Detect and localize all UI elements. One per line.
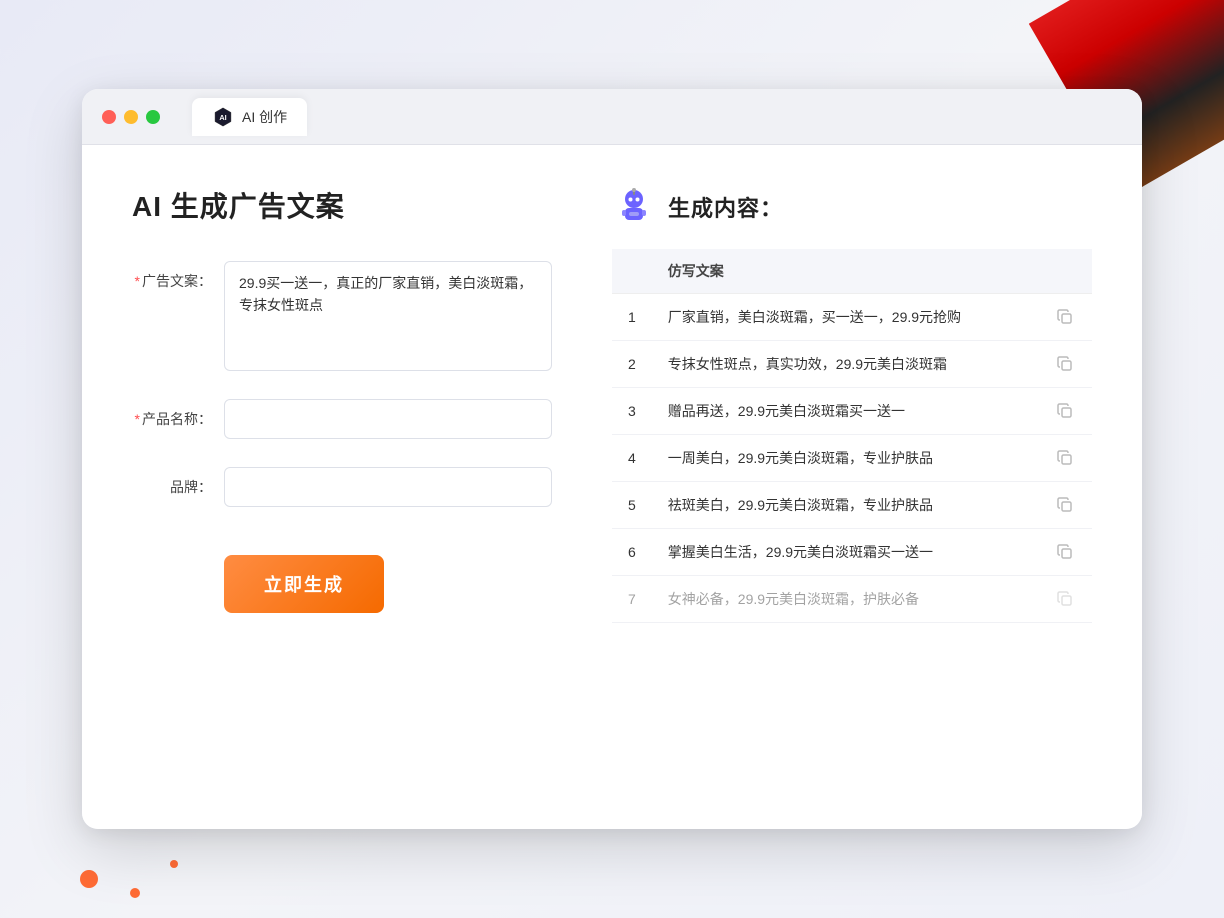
copy-cell	[1038, 388, 1092, 435]
required-star-2: *	[135, 411, 140, 427]
table-row: 7女神必备，29.9元美白淡斑霜，护肤必备	[612, 576, 1092, 623]
brand-label: 品牌：	[132, 467, 212, 497]
copy-icon[interactable]	[1054, 353, 1076, 375]
product-name-group: *产品名称： 美白淡斑霜	[132, 399, 552, 439]
copy-icon[interactable]	[1054, 306, 1076, 328]
row-number: 6	[612, 529, 652, 576]
row-text: 祛斑美白，29.9元美白淡斑霜，专业护肤品	[652, 482, 1038, 529]
ad-copy-group: *广告文案： 29.9买一送一，真正的厂家直销，美白淡斑霜，专抹女性斑点	[132, 261, 552, 371]
copy-icon[interactable]	[1054, 400, 1076, 422]
copy-cell	[1038, 529, 1092, 576]
copy-cell	[1038, 435, 1092, 482]
close-button[interactable]	[102, 110, 116, 124]
ad-copy-textarea[interactable]: 29.9买一送一，真正的厂家直销，美白淡斑霜，专抹女性斑点	[224, 261, 552, 371]
copy-icon[interactable]	[1054, 494, 1076, 516]
copy-cell	[1038, 482, 1092, 529]
tab-ai-creation[interactable]: AI AI 创作	[192, 98, 307, 136]
robot-icon	[612, 185, 656, 229]
brand-group: 品牌： 好白	[132, 467, 552, 507]
row-text: 专抹女性斑点，真实功效，29.9元美白淡斑霜	[652, 341, 1038, 388]
col-text-header: 仿写文案	[652, 249, 1038, 294]
copy-icon[interactable]	[1054, 541, 1076, 563]
row-text: 一周美白，29.9元美白淡斑霜，专业护肤品	[652, 435, 1038, 482]
svg-text:AI: AI	[219, 113, 226, 122]
tab-label: AI 创作	[242, 107, 287, 127]
page-title: AI 生成广告文案	[132, 185, 552, 225]
copy-icon[interactable]	[1054, 447, 1076, 469]
window-controls	[102, 110, 160, 124]
row-text: 赠品再送，29.9元美白淡斑霜买一送一	[652, 388, 1038, 435]
table-row: 2专抹女性斑点，真实功效，29.9元美白淡斑霜	[612, 341, 1092, 388]
row-text: 掌握美白生活，29.9元美白淡斑霜买一送一	[652, 529, 1038, 576]
col-action-header	[1038, 249, 1092, 294]
result-table: 仿写文案 1厂家直销，美白淡斑霜，买一送一，29.9元抢购 2专抹女性斑点，真实…	[612, 249, 1092, 623]
copy-cell	[1038, 341, 1092, 388]
result-header: 生成内容：	[612, 185, 1092, 229]
copy-cell	[1038, 576, 1092, 623]
browser-window: AI AI 创作 AI 生成广告文案 *广告文案： 29.9买一送一，真正的厂家…	[82, 89, 1142, 829]
main-content: AI 生成广告文案 *广告文案： 29.9买一送一，真正的厂家直销，美白淡斑霜，…	[82, 145, 1142, 829]
row-text: 女神必备，29.9元美白淡斑霜，护肤必备	[652, 576, 1038, 623]
ad-copy-label: *广告文案：	[132, 261, 212, 291]
maximize-button[interactable]	[146, 110, 160, 124]
row-number: 7	[612, 576, 652, 623]
copy-icon[interactable]	[1054, 588, 1076, 610]
brand-input[interactable]: 好白	[224, 467, 552, 507]
table-row: 1厂家直销，美白淡斑霜，买一送一，29.9元抢购	[612, 294, 1092, 341]
right-panel: 生成内容： 仿写文案 1厂家直销，美白淡斑霜，买一送一，29.9元抢购 2专抹女…	[612, 185, 1092, 789]
generate-button[interactable]: 立即生成	[224, 555, 384, 613]
table-row: 6掌握美白生活，29.9元美白淡斑霜买一送一	[612, 529, 1092, 576]
minimize-button[interactable]	[124, 110, 138, 124]
table-row: 4一周美白，29.9元美白淡斑霜，专业护肤品	[612, 435, 1092, 482]
row-number: 4	[612, 435, 652, 482]
row-number: 2	[612, 341, 652, 388]
required-star-1: *	[135, 273, 140, 289]
ai-tab-icon: AI	[212, 106, 234, 128]
row-text: 厂家直销，美白淡斑霜，买一送一，29.9元抢购	[652, 294, 1038, 341]
title-bar: AI AI 创作	[82, 89, 1142, 145]
product-name-label: *产品名称：	[132, 399, 212, 429]
row-number: 3	[612, 388, 652, 435]
product-name-input[interactable]: 美白淡斑霜	[224, 399, 552, 439]
col-num-header	[612, 249, 652, 294]
table-row: 5祛斑美白，29.9元美白淡斑霜，专业护肤品	[612, 482, 1092, 529]
row-number: 5	[612, 482, 652, 529]
result-title: 生成内容：	[668, 191, 783, 223]
copy-cell	[1038, 294, 1092, 341]
table-row: 3赠品再送，29.9元美白淡斑霜买一送一	[612, 388, 1092, 435]
row-number: 1	[612, 294, 652, 341]
left-panel: AI 生成广告文案 *广告文案： 29.9买一送一，真正的厂家直销，美白淡斑霜，…	[132, 185, 552, 789]
